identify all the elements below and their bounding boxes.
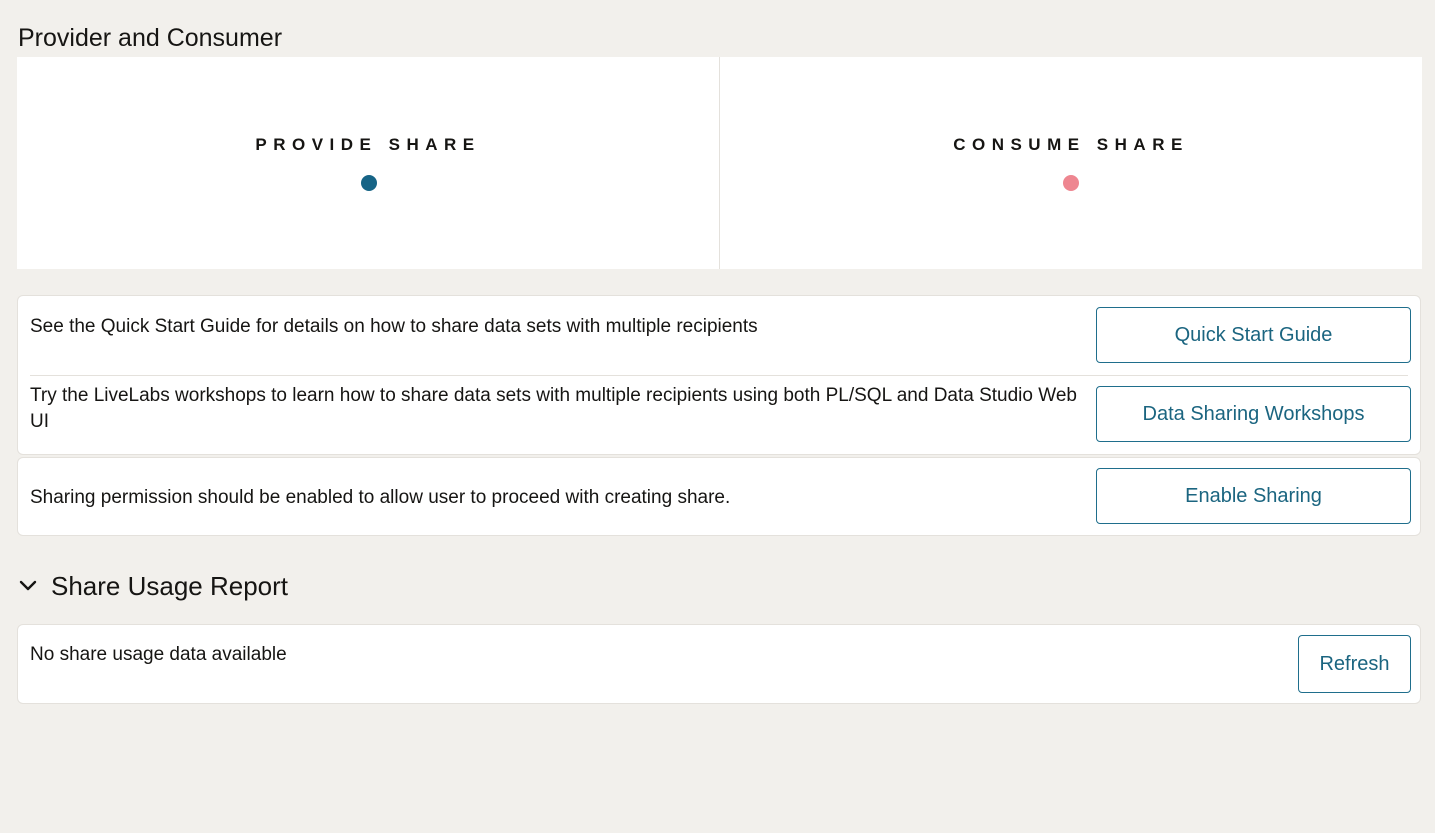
permission-card: Sharing permission should be enabled to … bbox=[17, 457, 1421, 536]
share-usage-report-title: Share Usage Report bbox=[51, 570, 289, 601]
provide-share-label: PROVIDE SHARE bbox=[255, 135, 481, 154]
usage-report-card: No share usage data available Refresh bbox=[17, 624, 1421, 704]
workshops-row: Try the LiveLabs workshops to learn how … bbox=[18, 376, 1420, 456]
provide-share-dot bbox=[361, 175, 377, 191]
workshops-text: Try the LiveLabs workshops to learn how … bbox=[30, 385, 1077, 432]
enable-sharing-button[interactable]: Enable Sharing bbox=[1096, 468, 1411, 524]
share-usage-report-toggle[interactable]: Share Usage Report bbox=[18, 569, 288, 603]
provide-share-tile[interactable]: PROVIDE SHARE bbox=[17, 57, 719, 269]
share-panel: PROVIDE SHARE CONSUME SHARE bbox=[17, 57, 1422, 269]
consume-share-tile[interactable]: CONSUME SHARE bbox=[719, 57, 1422, 269]
quick-start-guide-button[interactable]: Quick Start Guide bbox=[1096, 307, 1411, 363]
provider-consumer-title: Provider and Consumer bbox=[18, 24, 283, 52]
refresh-button[interactable]: Refresh bbox=[1298, 635, 1411, 693]
permission-text: Sharing permission should be enabled to … bbox=[30, 487, 731, 508]
quick-start-text: See the Quick Start Guide for details on… bbox=[30, 316, 758, 337]
data-sharing-workshops-button[interactable]: Data Sharing Workshops bbox=[1096, 386, 1411, 442]
info-card: See the Quick Start Guide for details on… bbox=[17, 295, 1421, 455]
consume-share-label: CONSUME SHARE bbox=[953, 135, 1189, 154]
chevron-down-icon bbox=[19, 580, 37, 591]
quick-start-row: See the Quick Start Guide for details on… bbox=[18, 296, 1420, 376]
usage-empty-text: No share usage data available bbox=[30, 644, 287, 665]
consume-share-dot bbox=[1063, 175, 1079, 191]
